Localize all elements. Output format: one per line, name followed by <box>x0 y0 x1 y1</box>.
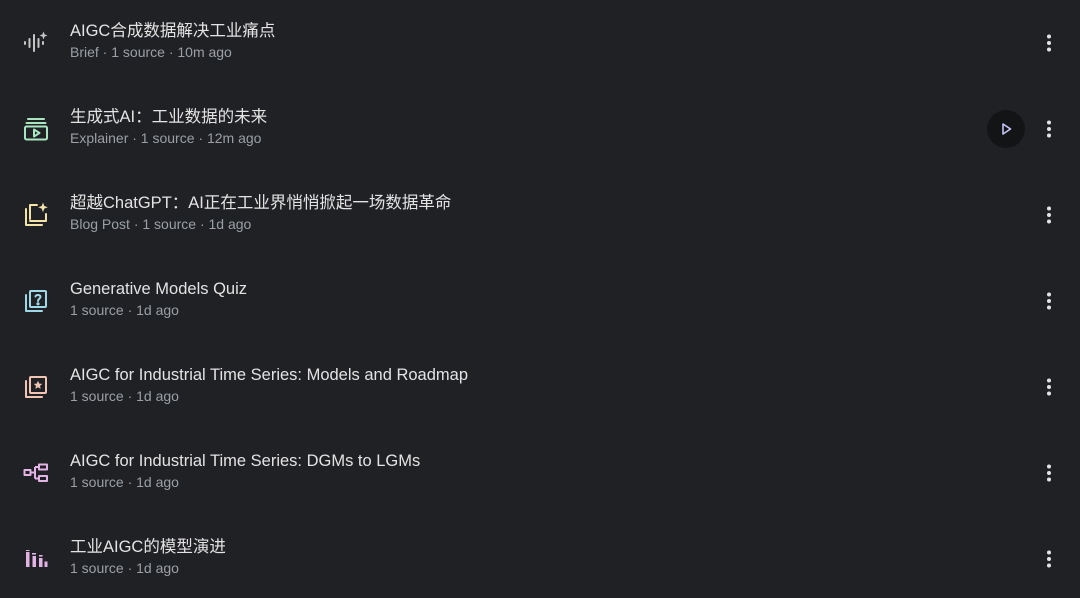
quiz-question-icon <box>22 287 50 315</box>
artifact-text: 工业AIGC的模型演进 1 source · 1d ago <box>70 536 940 578</box>
artifact-row-flashcards[interactable]: AIGC for Industrial Time Series: Models … <box>0 344 1080 430</box>
more-vert-icon <box>1047 34 1051 52</box>
artifact-title[interactable]: 工业AIGC的模型演进 <box>70 536 940 558</box>
more-options-button[interactable] <box>1031 282 1067 320</box>
more-vert-icon <box>1047 120 1051 138</box>
more-options-button[interactable] <box>1031 540 1067 578</box>
artifact-title[interactable]: AIGC合成数据解决工业痛点 <box>70 20 940 42</box>
artifact-text: AIGC for Industrial Time Series: Models … <box>70 364 940 406</box>
more-vert-icon <box>1047 292 1051 310</box>
more-vert-icon <box>1047 378 1051 396</box>
play-icon <box>1002 123 1012 135</box>
more-vert-icon <box>1047 464 1051 482</box>
artifact-meta: 1 source · 1d ago <box>70 388 179 404</box>
artifact-title[interactable]: AIGC for Industrial Time Series: Models … <box>70 364 940 386</box>
artifact-row-mind-map[interactable]: AIGC for Industrial Time Series: DGMs to… <box>0 430 1080 516</box>
artifact-meta: 1 source · 1d ago <box>70 560 179 576</box>
artifact-text: 生成式AI：工业数据的未来 Explainer · 1 source · 12m… <box>70 106 940 148</box>
artifact-row-quiz[interactable]: Generative Models Quiz 1 source · 1d ago <box>0 258 1080 344</box>
more-options-button[interactable] <box>1031 454 1067 492</box>
more-options-button[interactable] <box>1031 110 1067 148</box>
artifact-row-blog-post[interactable]: 超越ChatGPT：AI正在工业界悄悄掀起一场数据革命 Blog Post · … <box>0 172 1080 258</box>
artifact-text: AIGC合成数据解决工业痛点 Brief · 1 source · 10m ag… <box>70 20 940 62</box>
artifact-row-brief[interactable]: AIGC合成数据解决工业痛点 Brief · 1 source · 10m ag… <box>0 0 1080 86</box>
more-vert-icon <box>1047 550 1051 568</box>
more-options-button[interactable] <box>1031 196 1067 234</box>
artifact-title[interactable]: AIGC for Industrial Time Series: DGMs to… <box>70 450 940 472</box>
artifact-text: Generative Models Quiz 1 source · 1d ago <box>70 278 940 320</box>
more-vert-icon <box>1047 206 1051 224</box>
artifact-text: 超越ChatGPT：AI正在工业界悄悄掀起一场数据革命 Blog Post · … <box>70 192 940 234</box>
artifact-meta: 1 source · 1d ago <box>70 302 179 318</box>
bar-chart-infographic-icon <box>22 545 50 573</box>
flashcards-star-icon <box>22 373 50 401</box>
audio-waveform-sparkle-icon <box>22 29 50 57</box>
artifact-title[interactable]: 生成式AI：工业数据的未来 <box>70 106 940 128</box>
artifact-title[interactable]: 超越ChatGPT：AI正在工业界悄悄掀起一场数据革命 <box>70 192 940 214</box>
more-options-button[interactable] <box>1031 368 1067 406</box>
more-options-button[interactable] <box>1031 24 1067 62</box>
stacked-sparkle-note-icon <box>22 201 50 229</box>
video-playlist-icon <box>22 115 50 143</box>
artifact-meta: 1 source · 1d ago <box>70 474 179 490</box>
mind-map-icon <box>22 459 50 487</box>
play-button[interactable] <box>987 110 1025 148</box>
artifact-title[interactable]: Generative Models Quiz <box>70 278 940 300</box>
artifact-meta: Explainer · 1 source · 12m ago <box>70 130 262 146</box>
artifact-meta: Brief · 1 source · 10m ago <box>70 44 232 60</box>
artifact-row-infographic[interactable]: 工业AIGC的模型演进 1 source · 1d ago <box>0 516 1080 598</box>
artifact-list: AIGC合成数据解决工业痛点 Brief · 1 source · 10m ag… <box>0 0 1080 598</box>
artifact-meta: Blog Post · 1 source · 1d ago <box>70 216 252 232</box>
artifact-row-explainer[interactable]: 生成式AI：工业数据的未来 Explainer · 1 source · 12m… <box>0 86 1080 172</box>
artifact-text: AIGC for Industrial Time Series: DGMs to… <box>70 450 940 492</box>
